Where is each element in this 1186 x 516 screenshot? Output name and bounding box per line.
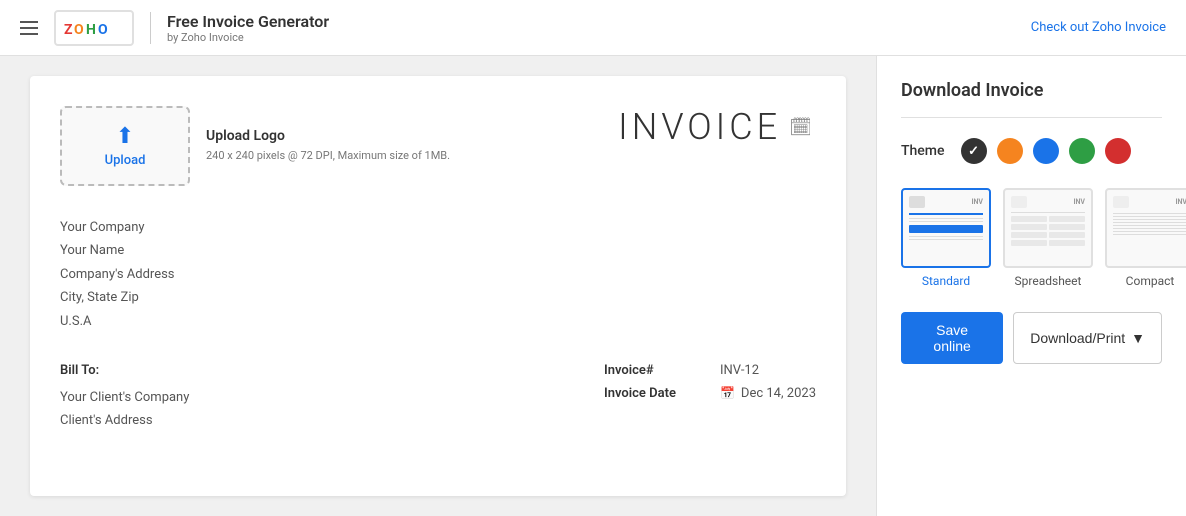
invoice-date-value: 📅 Dec 14, 2023 (720, 386, 816, 401)
bill-to-label: Bill To: (60, 363, 189, 378)
zoho-logo: Z O H O (54, 10, 134, 46)
template-spreadsheet[interactable]: INV Spreadsheet (1003, 188, 1093, 288)
app-title: Free Invoice Generator (167, 12, 329, 31)
invoice-number-label: Invoice# (604, 363, 704, 378)
invoice-card: ⬆ Upload Upload Logo 240 x 240 pixels @ … (30, 76, 846, 496)
color-swatch-black[interactable] (961, 138, 987, 164)
panel-divider (901, 117, 1162, 118)
app-subtitle: by Zoho Invoice (167, 31, 329, 44)
save-online-button[interactable]: Save online (901, 312, 1003, 364)
svg-text:O: O (74, 22, 84, 38)
upload-info: Upload Logo 240 x 240 pixels @ 72 DPI, M… (206, 128, 450, 165)
actions-row: Save online Download/Print ▼ (901, 312, 1162, 364)
app-header: Z O H O Free Invoice Generator by Zoho I… (0, 0, 1186, 56)
zoho-logo-svg: Z O H O (64, 16, 124, 40)
template-compact-label: Compact (1126, 274, 1175, 288)
company-info: Your Company Your Name Company's Address… (60, 216, 816, 333)
upload-section: ⬆ Upload Upload Logo 240 x 240 pixels @ … (60, 106, 450, 186)
upload-logo-box[interactable]: ⬆ Upload (60, 106, 190, 186)
zoho-logo-container: Z O H O (54, 10, 134, 46)
color-swatch-green[interactable] (1069, 138, 1095, 164)
templates-row: INV Standard INV (901, 188, 1162, 288)
svg-text:H: H (86, 22, 96, 38)
invoice-title-icon: 🗓 (789, 117, 816, 138)
tpl-logo (909, 196, 925, 208)
company-name: Your Company (60, 216, 816, 239)
panel-title: Download Invoice (901, 80, 1162, 101)
hamburger-menu[interactable] (20, 21, 38, 35)
download-print-button[interactable]: Download/Print ▼ (1013, 312, 1162, 364)
invoice-title: INVOICE 🗓 (618, 106, 816, 148)
svg-text:Z: Z (64, 22, 73, 38)
color-swatches (961, 138, 1131, 164)
invoice-date-label: Invoice Date (604, 386, 704, 401)
color-swatch-blue[interactable] (1033, 138, 1059, 164)
cta-link[interactable]: Check out Zoho Invoice (1031, 20, 1166, 35)
upload-hint: 240 x 240 pixels @ 72 DPI, Maximum size … (206, 148, 450, 165)
bill-right: Invoice# INV-12 Invoice Date 📅 Dec 14, 2… (604, 363, 816, 433)
dropdown-arrow-icon: ▼ (1131, 330, 1145, 346)
company-address: Company's Address (60, 263, 816, 286)
city-state-zip: City, State Zip (60, 286, 816, 309)
template-spreadsheet-preview: INV (1003, 188, 1093, 268)
tpl-logo-ss (1011, 196, 1027, 208)
template-compact-preview: INV (1105, 188, 1186, 268)
template-spreadsheet-label: Spreadsheet (1015, 274, 1082, 288)
invoice-header-row: ⬆ Upload Upload Logo 240 x 240 pixels @ … (60, 106, 816, 186)
template-standard-preview: INV (901, 188, 991, 268)
svg-text:O: O (98, 22, 108, 38)
tpl-block-blue (909, 225, 983, 233)
template-compact[interactable]: INV Compact (1105, 188, 1186, 288)
upload-button-label: Upload (105, 153, 146, 168)
theme-label: Theme (901, 143, 945, 159)
calendar-icon: 📅 (720, 386, 735, 400)
tpl-logo-compact (1113, 196, 1129, 208)
invoice-number-value: INV-12 (720, 363, 759, 378)
template-standard-label: Standard (922, 274, 970, 288)
bill-left: Bill To: Your Client's Company Client's … (60, 363, 189, 433)
client-address: Client's Address (60, 409, 189, 432)
theme-row: Theme (901, 138, 1162, 164)
app-title-section: Free Invoice Generator by Zoho Invoice (150, 12, 329, 44)
template-standard[interactable]: INV Standard (901, 188, 991, 288)
upload-title: Upload Logo (206, 128, 450, 144)
your-name: Your Name (60, 239, 816, 262)
invoice-date-row: Invoice Date 📅 Dec 14, 2023 (604, 386, 816, 401)
tpl-line-blue (909, 213, 983, 215)
color-swatch-orange[interactable] (997, 138, 1023, 164)
invoice-number-row: Invoice# INV-12 (604, 363, 816, 378)
country: U.S.A (60, 310, 816, 333)
invoice-area: ⬆ Upload Upload Logo 240 x 240 pixels @ … (0, 56, 876, 516)
upload-icon: ⬆ (116, 124, 134, 149)
client-company: Your Client's Company (60, 386, 189, 409)
right-panel: Download Invoice Theme INV (876, 56, 1186, 516)
color-swatch-red[interactable] (1105, 138, 1131, 164)
bill-section: Bill To: Your Client's Company Client's … (60, 363, 816, 433)
main-layout: ⬆ Upload Upload Logo 240 x 240 pixels @ … (0, 56, 1186, 516)
